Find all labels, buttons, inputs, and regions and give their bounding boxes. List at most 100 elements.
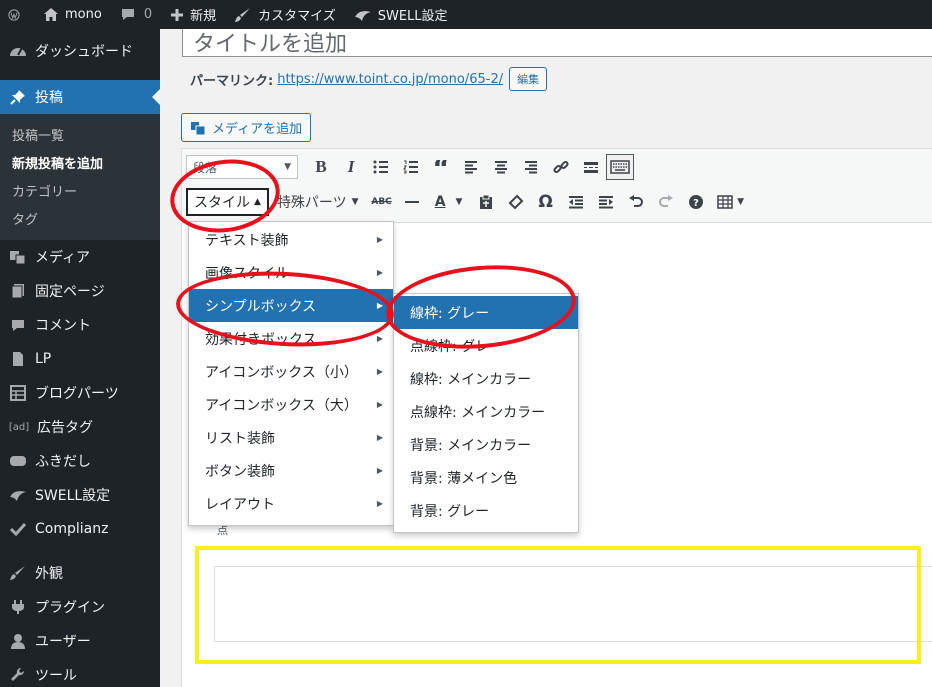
italic-button[interactable]: I <box>336 153 366 181</box>
wordpress-logo-icon[interactable] <box>0 0 34 29</box>
sidebar-item-media[interactable]: メディア <box>0 240 160 274</box>
style-menu-item[interactable]: リスト装飾 ▶ <box>189 421 393 454</box>
style-menu-item[interactable]: レイアウト ▶ <box>189 487 393 520</box>
outdent-icon <box>568 196 583 209</box>
special-parts-label: 特殊パーツ <box>276 195 347 211</box>
swell-settings-link[interactable]: SWELL設定 <box>345 0 457 29</box>
bold-icon: B <box>315 157 327 176</box>
submenu-item[interactable]: 背景: メインカラー <box>394 428 578 461</box>
table-icon <box>717 195 733 209</box>
paste-as-text-button[interactable] <box>471 188 501 216</box>
sidebar-item-dashboard[interactable]: ダッシュボード <box>0 34 160 68</box>
table-button[interactable]: ▼ <box>711 188 751 216</box>
new-content-link[interactable]: 新規 <box>161 0 225 29</box>
editor-toolbar: 段落 ▼ B I “ <box>182 149 932 223</box>
sidebar-item-plugins[interactable]: プラグイン <box>0 590 160 624</box>
sidebar-item-appearance[interactable]: 外観 <box>0 556 160 590</box>
media-icon <box>8 247 28 267</box>
menu-item-label: リスト装飾 <box>205 430 275 447</box>
sidebar-item-blog-parts[interactable]: ブログパーツ <box>0 376 160 410</box>
admin-bar: mono 0 新規 カスタマイズ SWELL設定 <box>0 0 932 29</box>
sidebar-item-label: メディア <box>35 250 91 266</box>
help-button[interactable]: ? <box>681 188 711 216</box>
align-left-button[interactable] <box>456 153 486 181</box>
chevron-right-icon: ▶ <box>376 268 383 277</box>
text-color-button[interactable]: A ▼ <box>427 188 471 216</box>
sidebar-item-label: ツール <box>35 668 77 684</box>
align-right-icon <box>525 161 537 174</box>
style-dropdown-menu: テキスト装飾 ▶ 画像スタイル ▶ シンプルボックス ▶ 効果付きボックス ▶ アイコン… <box>188 221 394 526</box>
sidebar-item-users[interactable]: ユーザー <box>0 624 160 658</box>
grid-icon <box>8 383 28 403</box>
submenu-item[interactable]: 背景: グレー <box>394 494 578 527</box>
submenu-item[interactable]: 線枠: メインカラー <box>394 362 578 395</box>
outdent-button[interactable] <box>561 188 591 216</box>
undo-button[interactable] <box>621 188 651 216</box>
sidebar-item-comments[interactable]: コメント <box>0 308 160 342</box>
permalink-url[interactable]: https://www.toint.co.jp/mono/65-2/ <box>277 72 503 87</box>
sidebar-item-ad-tags[interactable]: [ad] 広告タグ <box>0 410 160 444</box>
sidebar-item-label: 投稿 <box>35 90 63 106</box>
style-menu-item[interactable]: アイコンボックス（小） ▶ <box>189 355 393 388</box>
indent-button[interactable] <box>591 188 621 216</box>
comments-link[interactable]: 0 <box>111 0 161 29</box>
read-more-button[interactable] <box>576 153 606 181</box>
swell-icon <box>8 485 28 505</box>
menu-item-label: 線枠: メインカラー <box>410 371 532 388</box>
sidebar-item-complianz[interactable]: Complianz <box>0 512 160 546</box>
clear-formatting-button[interactable] <box>501 188 531 216</box>
special-character-button[interactable]: Ω <box>531 188 561 216</box>
balloon-icon <box>8 451 28 471</box>
sidebar-item-pages[interactable]: 固定ページ <box>0 274 160 308</box>
sidebar-item-balloon[interactable]: ふきだし <box>0 444 160 478</box>
blockquote-button[interactable]: “ <box>426 153 456 181</box>
undo-icon <box>628 195 643 207</box>
text-color-icon: A <box>434 194 446 210</box>
submenu-item[interactable]: 点線枠: メインカラー <box>394 395 578 428</box>
submenu-all-posts[interactable]: 投稿一覧 <box>0 120 160 148</box>
horizontal-line-button[interactable] <box>397 188 427 216</box>
sidebar-item-tools[interactable]: ツール <box>0 658 160 687</box>
eraser-icon <box>508 194 523 210</box>
chevron-down-icon: ▼ <box>351 197 359 207</box>
strikethrough-button[interactable]: ABC <box>367 188 397 216</box>
chevron-down-icon: ▼ <box>737 197 745 207</box>
add-media-label: メディアを追加 <box>212 122 303 137</box>
menu-item-label: 背景: メインカラー <box>410 437 532 454</box>
sidebar-item-label: ふきだし <box>35 454 91 470</box>
add-media-button[interactable]: メディアを追加 <box>181 113 312 142</box>
sidebar-item-swell[interactable]: SWELL設定 <box>0 478 160 512</box>
sidebar-item-posts[interactable]: 投稿 <box>0 80 160 114</box>
toolbar-toggle-button[interactable] <box>606 154 634 180</box>
special-parts-dropdown[interactable]: 特殊パーツ ▼ <box>277 192 359 212</box>
redo-button[interactable] <box>651 188 681 216</box>
style-menu-item[interactable]: アイコンボックス（大） ▶ <box>189 388 393 421</box>
style-menu-item[interactable]: ボタン装飾 ▶ <box>189 454 393 487</box>
user-icon <box>8 631 28 651</box>
sidebar-item-label: 外観 <box>35 566 63 582</box>
posts-submenu: 投稿一覧 新規投稿を追加 カテゴリー タグ <box>0 114 160 240</box>
document-icon <box>8 349 28 369</box>
submenu-categories[interactable]: カテゴリー <box>0 176 160 204</box>
bullet-list-icon <box>373 160 388 174</box>
submenu-add-new-post[interactable]: 新規投稿を追加 <box>0 148 160 176</box>
sidebar-item-label: LP <box>35 351 52 367</box>
numbered-list-button[interactable] <box>396 153 426 181</box>
permalink-edit-button[interactable]: 編集 <box>509 67 548 91</box>
bold-button[interactable]: B <box>306 153 336 181</box>
italic-icon: I <box>347 157 355 176</box>
insert-link-button[interactable] <box>546 153 576 181</box>
customize-link[interactable]: カスタマイズ <box>225 0 345 29</box>
align-right-button[interactable] <box>516 153 546 181</box>
align-center-button[interactable] <box>486 153 516 181</box>
post-title-input[interactable]: タイトルを追加 <box>182 29 932 57</box>
bullet-list-button[interactable] <box>366 153 396 181</box>
submenu-item[interactable]: 背景: 薄メイン色 <box>394 461 578 494</box>
sidebar-item-lp[interactable]: LP <box>0 342 160 376</box>
chevron-right-icon: ▶ <box>376 400 383 409</box>
submenu-tags[interactable]: タグ <box>0 204 160 232</box>
clipboard-icon <box>479 194 492 209</box>
read-more-icon <box>584 162 598 173</box>
horizontal-line-icon <box>404 201 419 203</box>
site-name-link[interactable]: mono <box>34 0 111 29</box>
